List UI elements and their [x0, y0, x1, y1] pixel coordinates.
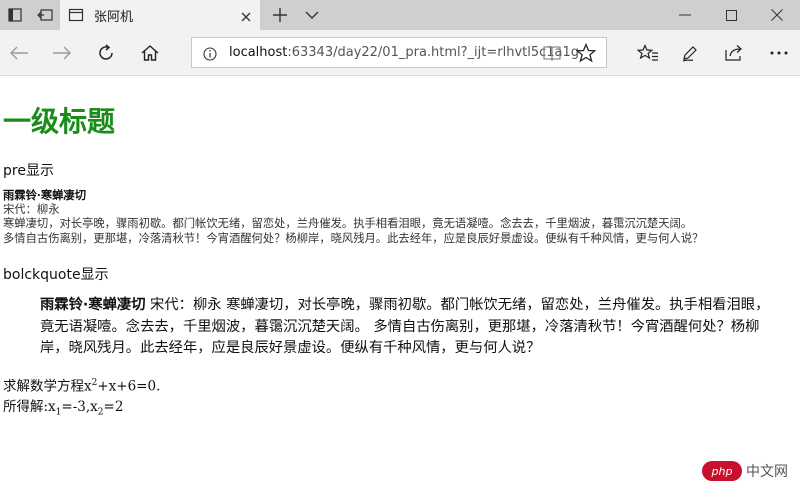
pre-poem-line-2: 多情自古伤离别，更那堪，冷落清秋节！今宵酒醒何处？杨柳岸，晓风残月。此去经年，应… [3, 231, 704, 245]
pre-poem-author: 宋代：柳永 [3, 202, 60, 216]
pre-poem-title: 雨霖铃·寒蝉凄切 [3, 188, 87, 202]
tab-title: 张阿机 [94, 10, 134, 25]
equation-suffix: +x+6=0. [97, 378, 161, 395]
close-tab-icon[interactable] [240, 8, 252, 27]
tab-preview-icon[interactable] [0, 0, 30, 30]
pre-poem-line-1: 寒蝉凄切，对长亭晚，骤雨初歇。都门帐饮无绪，留恋处，兰舟催发。执手相看泪眼，竟无… [3, 217, 693, 230]
url-host: localhost [229, 45, 288, 60]
blockquote-body: 宋代：柳永 寒蝉凄切，对长亭晚，骤雨初歇。都门帐饮无绪，留恋处，兰舟催发。执手相… [40, 297, 770, 356]
solution-middle: =-3,x [61, 398, 98, 415]
reading-view-icon[interactable] [543, 45, 561, 65]
blockquote-title: 雨霖铃·寒蝉凄切 [40, 297, 146, 313]
pre-label: pre显示 [3, 163, 54, 179]
share-icon[interactable] [717, 36, 751, 70]
browser-toolbar: localhost:63343/day22/01_pra.html?_ijt=r… [0, 30, 800, 76]
equation-prefix: 求解数学方程x [3, 378, 92, 395]
tab-active[interactable]: 张阿机 [60, 0, 260, 30]
forward-arrow-icon[interactable] [45, 36, 79, 70]
pen-icon[interactable] [673, 36, 707, 70]
maximize-icon[interactable] [708, 0, 754, 30]
page-content: 一级标题 pre显示 雨霖铃·寒蝉凄切 宋代：柳永 寒蝉凄切，对长亭晚，骤雨初歇… [0, 76, 800, 490]
page-heading: 一级标题 [3, 105, 116, 138]
more-options-icon[interactable] [762, 36, 796, 70]
address-bar[interactable]: localhost:63343/day22/01_pra.html?_ijt=r… [191, 37, 607, 68]
new-tab-icon[interactable] [265, 0, 295, 30]
solution-suffix: =2 [103, 398, 124, 415]
page-icon [68, 7, 84, 27]
math-equation: 求解数学方程x2+x+6=0. [3, 373, 160, 397]
watermark-badge: php [702, 461, 742, 481]
pre-block: 雨霖铃·寒蝉凄切 宋代：柳永 寒蝉凄切，对长亭晚，骤雨初歇。都门帐饮无绪，留恋处… [3, 188, 793, 246]
close-window-icon[interactable] [754, 0, 800, 30]
url-text[interactable]: localhost:63343/day22/01_pra.html?_ijt=r… [229, 45, 579, 60]
blockquote-label: bolckquote显示 [3, 267, 109, 283]
info-icon[interactable] [203, 46, 217, 65]
back-arrow-icon[interactable] [2, 36, 36, 70]
favorite-star-icon[interactable] [575, 42, 597, 67]
url-path: :63343/day22/01_pra.html?_ijt=rlhvtl5c1a… [287, 45, 580, 60]
watermark-text: 中文网 [746, 464, 788, 480]
favorites-hub-icon[interactable] [631, 36, 665, 70]
minimize-icon[interactable] [662, 0, 708, 30]
chevron-down-icon[interactable] [297, 0, 327, 30]
watermark: php 中文网 [702, 458, 794, 484]
blockquote: 雨霖铃·寒蝉凄切 宋代：柳永 寒蝉凄切，对长亭晚，骤雨初歇。都门帐饮无绪，留恋处… [40, 295, 770, 360]
math-solution: 所得解:x1=-3,x2=2 [3, 397, 160, 423]
home-icon[interactable] [133, 36, 167, 70]
math-block: 求解数学方程x2+x+6=0. 所得解:x1=-3,x2=2 [3, 373, 160, 422]
tab-strip: 张阿机 [0, 0, 800, 30]
refresh-icon[interactable] [89, 36, 123, 70]
set-tabs-aside-icon[interactable] [30, 0, 60, 30]
solution-prefix: 所得解:x [3, 398, 56, 415]
